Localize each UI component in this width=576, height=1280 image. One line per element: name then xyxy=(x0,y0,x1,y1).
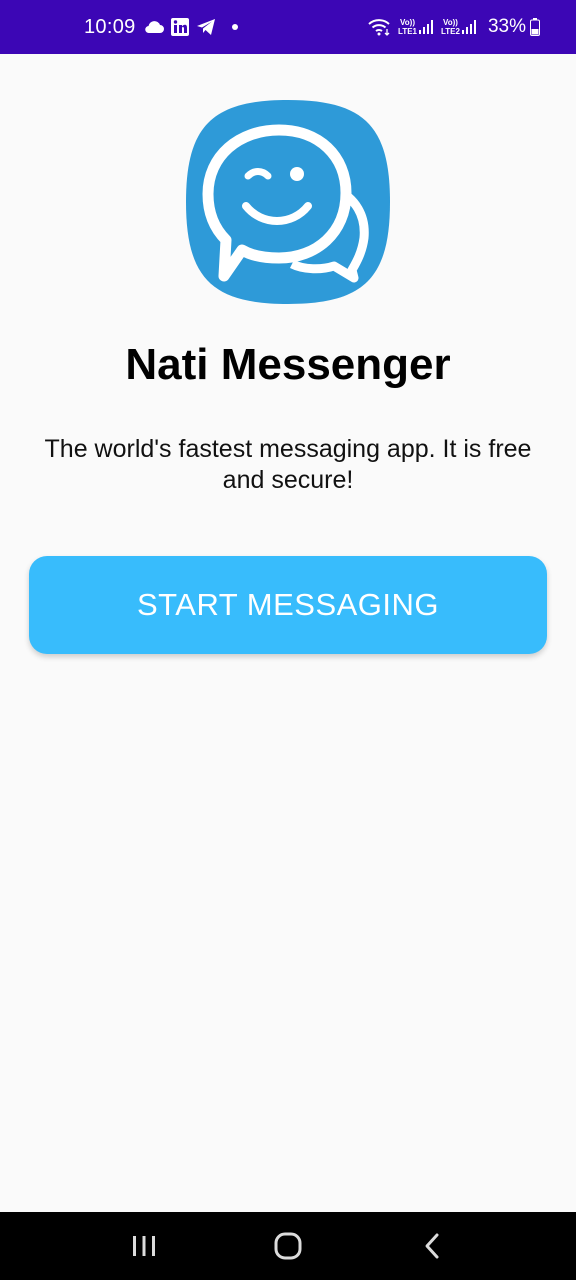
wifi-icon xyxy=(368,18,392,36)
battery-icon xyxy=(530,18,540,36)
status-bar: 10:09 Vo)) LTE1 Vo)) LTE2 33% xyxy=(0,0,576,54)
telegram-icon xyxy=(196,18,216,36)
sim1-volte-label: Vo)) LTE1 xyxy=(398,18,417,36)
app-logo-icon xyxy=(184,98,392,306)
sim2-volte-label: Vo)) LTE2 xyxy=(441,18,460,36)
app-title: Nati Messenger xyxy=(125,340,451,389)
battery-percent: 33% xyxy=(487,16,526,37)
cloud-icon xyxy=(144,20,164,34)
back-icon[interactable] xyxy=(402,1216,462,1276)
status-bar-left: 10:09 xyxy=(84,16,238,39)
status-bar-right: Vo)) LTE1 Vo)) LTE2 33% xyxy=(368,16,546,38)
signal-icon-sim1 xyxy=(419,20,435,34)
app-tagline: The world's fastest messaging app. It is… xyxy=(44,435,532,494)
recents-icon[interactable] xyxy=(114,1216,174,1276)
clock: 10:09 xyxy=(84,15,136,38)
signal-icon-sim2 xyxy=(461,20,478,34)
navigation-bar xyxy=(0,1212,576,1280)
start-messaging-button[interactable]: START MESSAGING xyxy=(29,556,547,654)
linkedin-icon xyxy=(170,17,190,37)
home-icon[interactable] xyxy=(258,1216,318,1276)
notification-dot xyxy=(231,24,238,30)
